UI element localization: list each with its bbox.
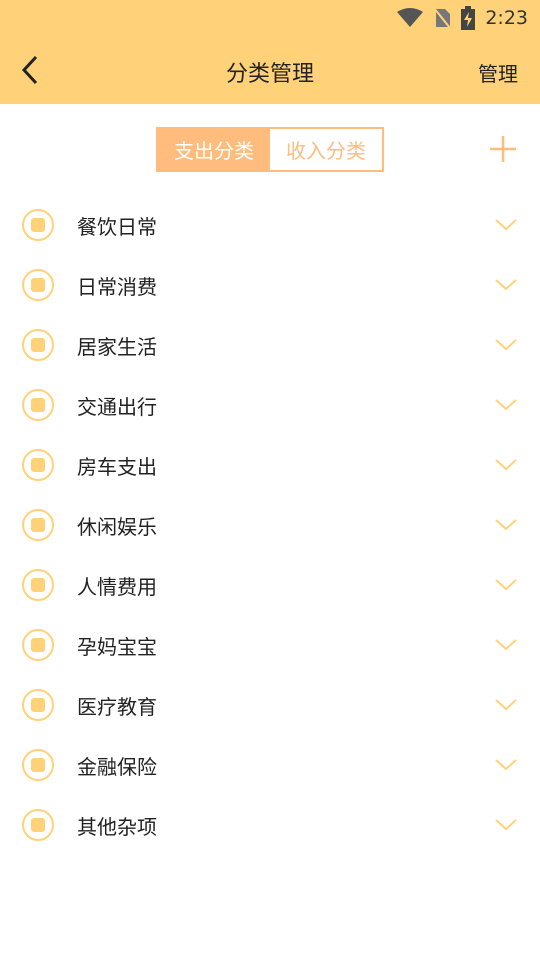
gift-box-icon — [22, 569, 54, 601]
money-bag-icon — [22, 749, 54, 781]
list-item[interactable]: 交通出行 — [0, 375, 540, 435]
chevron-down-icon[interactable] — [494, 755, 518, 775]
list-item-label: 医疗教育 — [77, 695, 157, 719]
chevron-down-icon[interactable] — [494, 515, 518, 535]
add-category-plus-icon[interactable] — [488, 134, 518, 164]
list-item[interactable]: 人情费用 — [0, 555, 540, 615]
list-item[interactable]: 居家生活 — [0, 315, 540, 375]
house-icon — [22, 329, 54, 361]
list-item[interactable]: 房车支出 — [0, 435, 540, 495]
list-item-label: 金融保险 — [77, 755, 157, 779]
category-list: 餐饮日常 日常消费 居家生活 交通出行 房车支出 休闲娱乐 人情费用 孕妈宝宝 — [0, 195, 540, 855]
receipt-icon — [22, 269, 54, 301]
toolbar: 分类管理 管理 — [0, 36, 540, 104]
manage-button[interactable]: 管理 — [478, 58, 518, 87]
bowl-icon — [22, 209, 54, 241]
wifi-icon — [397, 8, 424, 27]
chevron-down-icon[interactable] — [494, 815, 518, 835]
list-item-label: 房车支出 — [77, 455, 157, 479]
chevron-down-icon[interactable] — [494, 215, 518, 235]
grid-apps-icon — [22, 809, 54, 841]
list-item-label: 餐饮日常 — [77, 215, 157, 239]
tab-expense[interactable]: 支出分类 — [158, 129, 270, 170]
status-time: 2:23 — [485, 7, 528, 29]
home-car-icon — [22, 449, 54, 481]
list-item-label: 日常消费 — [77, 275, 157, 299]
list-item-label: 休闲娱乐 — [77, 515, 157, 539]
chevron-down-icon[interactable] — [494, 635, 518, 655]
status-bar: 2:23 — [0, 0, 540, 36]
graduation-cap-icon — [22, 689, 54, 721]
chevron-down-icon[interactable] — [494, 335, 518, 355]
chevron-down-icon[interactable] — [494, 455, 518, 475]
page-title: 分类管理 — [225, 62, 314, 87]
list-item[interactable]: 餐饮日常 — [0, 195, 540, 255]
list-item[interactable]: 其他杂项 — [0, 795, 540, 855]
chevron-down-icon[interactable] — [494, 395, 518, 415]
baby-bottle-icon — [22, 629, 54, 661]
chevron-down-icon[interactable] — [494, 575, 518, 595]
chevron-down-icon[interactable] — [494, 695, 518, 715]
list-item[interactable]: 医疗教育 — [0, 675, 540, 735]
category-type-segment: 支出分类 收入分类 — [156, 127, 384, 172]
chevron-down-icon[interactable] — [494, 275, 518, 295]
list-item[interactable]: 日常消费 — [0, 255, 540, 315]
battery-charging-icon — [461, 6, 476, 30]
no-sim-icon — [433, 7, 452, 29]
list-item-label: 交通出行 — [77, 395, 157, 419]
list-item-label: 居家生活 — [77, 335, 157, 359]
list-item-label: 其他杂项 — [77, 815, 157, 839]
list-item-label: 人情费用 — [77, 575, 157, 599]
person-walking-icon — [22, 389, 54, 421]
tab-income[interactable]: 收入分类 — [270, 129, 382, 170]
coffee-cup-icon — [22, 509, 54, 541]
list-item[interactable]: 孕妈宝宝 — [0, 615, 540, 675]
list-item-label: 孕妈宝宝 — [77, 635, 157, 659]
list-item[interactable]: 金融保险 — [0, 735, 540, 795]
list-item[interactable]: 休闲娱乐 — [0, 495, 540, 555]
